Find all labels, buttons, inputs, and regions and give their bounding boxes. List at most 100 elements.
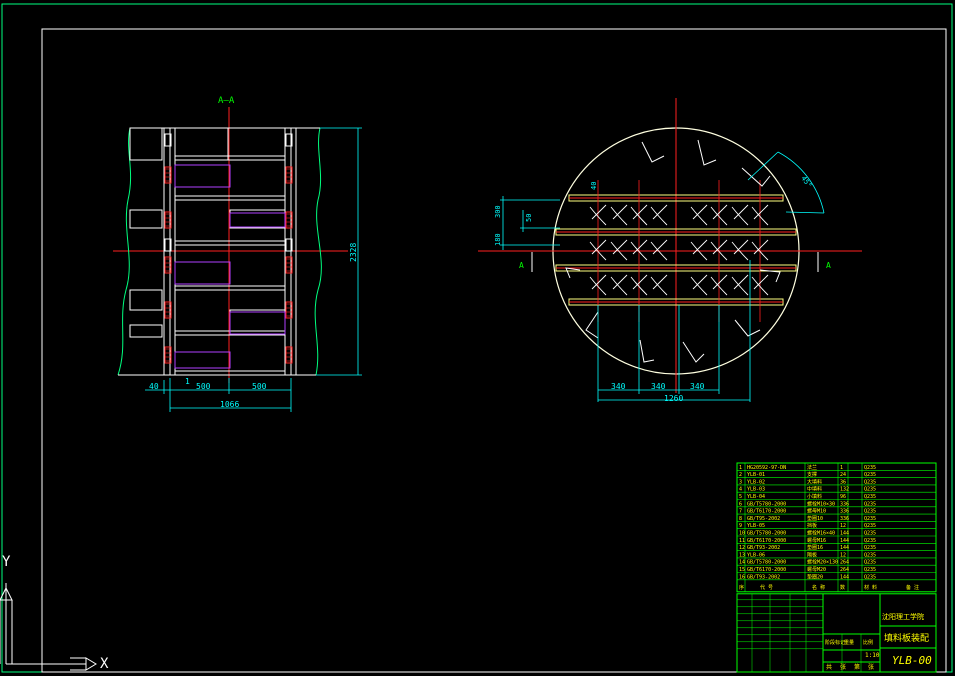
parts-cell: 螺栓M10×30 [807, 500, 835, 507]
filler-curve [690, 276, 708, 296]
parts-cell: 挡板 [807, 522, 817, 529]
right-dimensions [500, 151, 825, 402]
parts-cell: 10 [739, 531, 745, 537]
parts-cell: GB/T6170-2000 [747, 509, 786, 515]
parts-cell: 2 [739, 472, 742, 478]
parts-header-cell: 序 [739, 584, 744, 591]
parts-cell: YLB-05 [747, 523, 765, 529]
parts-cell: GB/T93-2002 [747, 545, 780, 551]
parts-cell: Q235 [864, 574, 876, 580]
parts-cell: 264 [840, 567, 849, 573]
parts-header-cell: 代 号 [760, 584, 773, 591]
parts-cell: 13 [739, 552, 745, 558]
right-dim-angle: 45° [799, 175, 813, 190]
parts-cell: YLB-03 [747, 487, 765, 493]
purple-plate [174, 261, 231, 285]
filler-curve [650, 276, 668, 296]
left-stub-box [129, 289, 163, 311]
parts-cell: Q235 [864, 552, 876, 558]
parts-cell: 24 [840, 472, 846, 478]
parts-cell: GB/T5780-2000 [747, 531, 786, 537]
right-dim-180: 180 [494, 233, 502, 246]
parts-header-cell: 数 [840, 584, 845, 591]
title-block[interactable]: 16 GB/T93-2002 垫圈20 144 Q23515 GB/T6170-2000 螺… [736, 462, 937, 673]
parts-cell: 264 [840, 560, 849, 566]
left-dim-40: 40 [149, 382, 159, 391]
baffle [682, 341, 705, 363]
parts-cell: 336 [840, 509, 849, 515]
parts-cell: 12 [840, 552, 846, 558]
parts-cell: 144 [840, 531, 849, 537]
drawing-name: 填料板装配 [884, 632, 929, 644]
right-dim-340a: 340 [611, 382, 626, 391]
parts-cell: 336 [840, 501, 849, 507]
parts-cell: 小填料 [807, 493, 822, 500]
parts-cell: Q235 [864, 560, 876, 566]
parts-cell: 隔板 [807, 551, 817, 558]
parts-cell: GB/T93-2002 [747, 574, 780, 580]
left-stub-box [129, 324, 163, 338]
parts-cell: 336 [840, 516, 849, 522]
left-dim-total: 1066 [220, 400, 239, 409]
parts-cell: 12 [739, 545, 745, 551]
parts-header-cell: 材 料 [864, 584, 877, 591]
right-dim-40: 40 [590, 182, 598, 190]
parts-header-cell: 名 称 [812, 584, 825, 591]
section-label: A–A [218, 96, 235, 106]
parts-cell: 144 [840, 545, 849, 551]
parts-cell: YLB-06 [747, 552, 765, 558]
parts-cell: Q235 [864, 479, 876, 485]
parts-cell: Q235 [864, 567, 876, 573]
parts-cell: 96 [840, 494, 846, 500]
parts-cell: 垫圈16 [807, 544, 823, 551]
filler-curve [731, 206, 749, 226]
parts-header-cell: 备 注 [906, 584, 919, 591]
baffle [741, 167, 771, 187]
parts-cell: 垫圈10 [807, 515, 823, 522]
parts-cell: 14 [739, 560, 745, 566]
right-dim-340c: 340 [690, 382, 705, 391]
parts-cell: GB/T5780-2000 [747, 560, 786, 566]
parts-cell: 9 [739, 523, 742, 529]
left-dim-500a: 500 [196, 382, 211, 391]
baffle [641, 141, 665, 163]
parts-cell: 5 [739, 494, 742, 500]
parts-cell: Q235 [864, 494, 876, 500]
parts-cell: Q235 [864, 501, 876, 507]
parts-cell: 144 [840, 574, 849, 580]
parts-cell: 螺母M10 [807, 508, 826, 515]
parts-cell: 螺栓M20×130 [807, 559, 838, 566]
parts-cell: 螺母M16 [807, 537, 826, 544]
right-dim-total: 1260 [664, 394, 683, 403]
parts-cell: 6 [739, 501, 742, 507]
left-dim-height: 2328 [349, 243, 358, 262]
parts-cell: 中填料 [807, 486, 822, 493]
filler-curve [690, 206, 708, 226]
parts-cell: 1 [840, 465, 843, 471]
drawing-number: YLB-00 [892, 654, 932, 667]
parts-cell: Q235 [864, 516, 876, 522]
sheet-count-cell: 共 [826, 663, 832, 671]
left-stub-box [129, 127, 163, 161]
baffle [697, 139, 717, 166]
parts-cell: YLB-04 [747, 494, 765, 500]
parts-cell: Q235 [864, 523, 876, 529]
cad-drawing-canvas[interactable]: A–A 2328 40 1 500 500 1066 A A 40 50 300… [0, 0, 955, 676]
left-section-view[interactable]: A–A 2328 40 1 500 500 1066 [113, 96, 362, 412]
parts-cell: 垫圈20 [807, 573, 823, 580]
baffle [639, 339, 655, 363]
parts-cell: 144 [840, 538, 849, 544]
sheet-count-cell: 张 [840, 663, 846, 671]
parts-cell: YLB-02 [747, 479, 765, 485]
school-name: 沈阳理工学院 [882, 612, 924, 621]
parts-cell: Q235 [864, 531, 876, 537]
right-plan-view[interactable]: A A 40 50 300 180 340 340 340 1260 45° [478, 98, 862, 403]
left-dim-1: 1 [185, 377, 190, 386]
parts-cell: HG20592-97-DN [747, 465, 786, 471]
parts-cell: 16 [739, 574, 745, 580]
left-dim-500b: 500 [252, 382, 267, 391]
parts-cell: 螺栓M16×40 [807, 530, 835, 537]
ucs-icon [0, 583, 97, 671]
ucs-y-label: Y [2, 554, 11, 570]
right-dim-50: 50 [525, 214, 533, 222]
